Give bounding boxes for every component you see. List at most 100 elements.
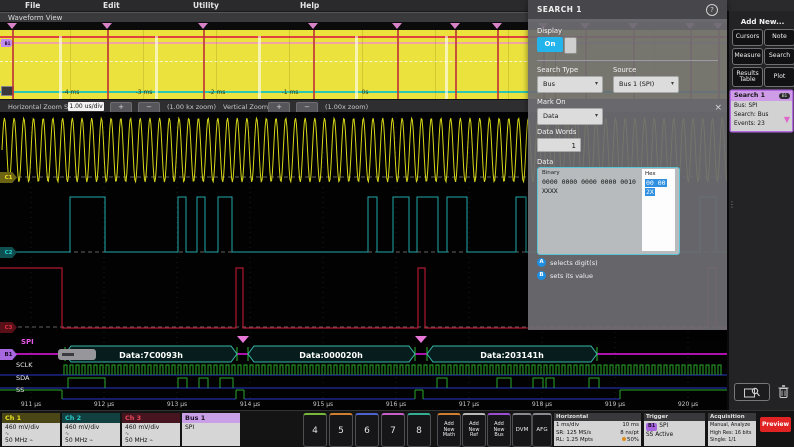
cursors-button[interactable]: Cursors: [732, 29, 763, 46]
v-zoom-label: Vertical Zoom: [223, 103, 268, 111]
add-new-ref-button[interactable]: Add New Ref: [462, 413, 486, 447]
channel5-button[interactable]: 5: [329, 413, 353, 447]
overview-event-line: [497, 30, 499, 99]
time-axis-label: 918 µs: [529, 401, 555, 408]
overview-grid-line: [289, 30, 290, 99]
overview-event-line: [313, 30, 315, 99]
acquisition-badge[interactable]: Acquisition Manual, Analyze High Res: 16…: [708, 413, 756, 446]
search-panel-titlebar[interactable]: SEARCH 1 ?: [528, 0, 727, 19]
zoom-overview-button[interactable]: [734, 383, 770, 401]
h-zoom-factor: (1.00 kx zoom): [167, 103, 216, 111]
search1-card-header[interactable]: Search 1 B1: [731, 91, 792, 101]
source-dropdown[interactable]: Bus 1 (SPI) ▾: [613, 76, 679, 93]
afg-button[interactable]: AFG: [532, 413, 552, 447]
help-icon[interactable]: ?: [706, 4, 718, 16]
overview-axis-label: -3 ms: [131, 89, 157, 96]
search1-badge-card[interactable]: Search 1 B1 Bus: SPI Search: Bus Events:…: [731, 91, 792, 131]
binary-value[interactable]: 0000 0000 0000 0000 0010 XXXX: [542, 178, 636, 197]
add-new-math-button[interactable]: Add New Math: [437, 413, 461, 447]
search-mark-icon: [415, 336, 427, 343]
search-mark-icon: [450, 23, 460, 29]
add-new-header: Add New...: [729, 17, 794, 26]
search1-bus-line: Bus: SPI: [734, 103, 757, 109]
trigger-source-badge: B1: [646, 423, 657, 431]
bus-label-handle[interactable]: [58, 349, 96, 360]
dvm-button[interactable]: DVM: [512, 413, 532, 447]
channel8-button[interactable]: 8: [407, 413, 431, 447]
search-mark-icon: [102, 23, 112, 29]
acquisition-title: Acquisition: [708, 413, 756, 421]
panel-resize-handle[interactable]: ⋮: [728, 203, 736, 206]
ch1-badge[interactable]: Ch 1 460 mV/div ∿ 50 MHz ⌁: [2, 413, 60, 446]
menu-utility[interactable]: Utility: [193, 1, 219, 10]
ch3-badge[interactable]: Ch 3 460 mV/div ∿ 50 MHz ⌁: [122, 413, 180, 446]
ch3-bandwidth: 50 MHz ⌁: [125, 437, 177, 444]
note-button[interactable]: Note: [764, 29, 794, 46]
h-zoom-scale-input[interactable]: 1.00 us/div: [68, 102, 104, 111]
display-label: Display: [537, 27, 562, 35]
source-value: Bus 1 (SPI): [619, 80, 654, 88]
search-button[interactable]: Search: [764, 48, 794, 65]
overview-axis-label: -1 ms: [277, 89, 303, 96]
sda-label: SDA: [16, 374, 29, 382]
channel6-button[interactable]: 6: [355, 413, 379, 447]
menu-help[interactable]: Help: [300, 1, 319, 10]
overview-grid-line: [435, 30, 436, 99]
sclk-label: SCLK: [16, 361, 33, 369]
ch3-badge-name: Ch 3: [122, 413, 180, 423]
plot-button[interactable]: Plot: [764, 67, 794, 87]
digital-low-traces: [0, 375, 727, 399]
search-mark-icon: [308, 23, 318, 29]
delete-button[interactable]: [775, 383, 791, 399]
knob-a-icon: A: [537, 258, 546, 267]
channel4-button[interactable]: 4: [303, 413, 327, 447]
ch2-scale: 460 mV/div: [65, 424, 117, 431]
overview-grid-line: [216, 30, 217, 99]
data-words-input[interactable]: 1: [537, 138, 581, 152]
time-axis-label: 917 µs: [456, 401, 482, 408]
trash-icon: [778, 385, 789, 398]
ch1-scale: 460 mV/div: [5, 424, 57, 431]
data-pattern-box[interactable]: Binary 0000 0000 0000 0000 0010 XXXX Hex…: [537, 167, 680, 255]
add-new-bus-button[interactable]: Add New Bus: [487, 413, 511, 447]
overview-gap-stripe: [445, 36, 448, 99]
bus1-badge[interactable]: Bus 1 SPI: [182, 413, 240, 446]
ch1-badge-name: Ch 1: [2, 413, 60, 423]
menu-edit[interactable]: Edit: [103, 1, 120, 10]
preview-button[interactable]: Preview: [760, 417, 791, 432]
time-axis-label: 919 µs: [602, 401, 628, 408]
overview-grid-line: [70, 30, 71, 99]
time-axis-label: 912 µs: [91, 401, 117, 408]
hex-value[interactable]: 00 00 2X: [645, 179, 667, 197]
trigger-badge[interactable]: Trigger B1SPI SS Active: [644, 413, 705, 446]
hex-column[interactable]: Hex 00 00 2X: [642, 169, 675, 251]
measure-button[interactable]: Measure: [732, 48, 763, 65]
channel7-button[interactable]: 7: [381, 413, 405, 447]
overview-grid-line: [362, 30, 363, 99]
search-type-value: Bus: [543, 80, 555, 88]
bandwidth-icon: ⌁: [149, 437, 153, 444]
bus1-badge-name: Bus 1: [182, 413, 240, 423]
close-icon[interactable]: ×: [714, 104, 722, 113]
mark-on-label: Mark On: [537, 98, 566, 106]
horizontal-badge[interactable]: Horizontal 1 ms/div10 ms SR: 125 MS/s8 n…: [554, 413, 641, 446]
binary-label: Binary: [542, 170, 560, 176]
mark-on-dropdown[interactable]: Data ▾: [537, 108, 603, 125]
overview-gap-stripe: [59, 36, 62, 99]
search-type-dropdown[interactable]: Bus ▾: [537, 76, 603, 93]
time-axis-label: 916 µs: [383, 401, 409, 408]
results-table-button[interactable]: Results Table: [732, 67, 763, 87]
horizontal-title: Horizontal: [554, 413, 641, 421]
oscilloscope-screen: File Edit Utility Help Waveform View B1 …: [0, 0, 794, 447]
trigger-title: Trigger: [644, 413, 705, 421]
overview-axis-label: -2 ms: [204, 89, 230, 96]
menu-file[interactable]: File: [25, 1, 40, 10]
display-toggle-knob[interactable]: [564, 37, 577, 54]
display-on-toggle[interactable]: On: [537, 37, 563, 52]
bandwidth-icon: ⌁: [89, 437, 93, 444]
knob-a-hint: selects digit(s): [550, 259, 598, 267]
overview-event-line: [455, 30, 457, 99]
zoom-box-icon: [744, 387, 760, 398]
ch2-badge[interactable]: Ch 2 460 mV/div ∿ 50 MHz ⌁: [62, 413, 120, 446]
search-type-label: Search Type: [537, 66, 578, 74]
